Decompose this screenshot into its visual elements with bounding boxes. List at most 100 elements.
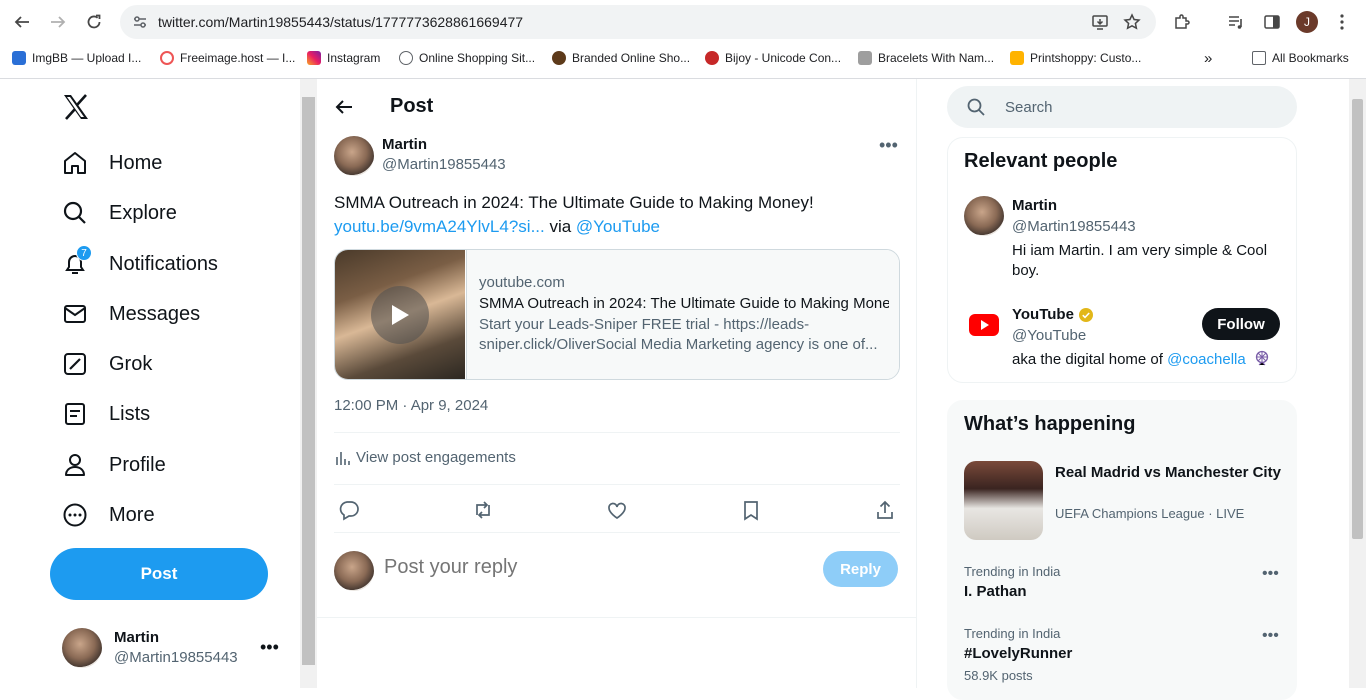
account-handle: @Martin19855443 [114,649,238,666]
post-author-handle[interactable]: @Martin19855443 [382,156,506,173]
left-scrollbar[interactable] [300,79,317,688]
mention-link[interactable]: @YouTube [576,217,660,236]
account-switcher[interactable]: Martin @Martin19855443 ••• [62,627,292,671]
list-icon [62,401,88,427]
address-bar[interactable]: twitter.com/Martin19855443/status/177777… [120,5,1156,39]
page-scrollbar[interactable] [1349,79,1366,688]
post-button[interactable]: Post [50,548,268,600]
bookmark-item[interactable]: Bijoy - Unicode Con... [705,51,841,65]
search-input[interactable] [1005,98,1285,116]
person-name[interactable]: Martin [1012,197,1057,214]
folder-icon [1252,51,1266,65]
reply-input[interactable] [384,556,784,579]
trend-subtitle: UEFA Champions League · LIVE [1055,506,1245,521]
forward-arrow-icon[interactable] [46,10,70,34]
post-link[interactable]: youtu.be/9vmA24YlvL4?si... [334,217,545,236]
more-dots-icon[interactable]: ••• [260,637,279,658]
reply-button[interactable]: Reply [823,551,898,587]
nav-messages[interactable]: Messages [62,299,200,329]
view-engagements-link[interactable]: View post engagements [334,449,516,466]
trend-context: Trending in India [964,626,1061,641]
post-actions [334,499,900,521]
more-dots-icon[interactable]: ••• [1262,565,1279,583]
search-icon [62,200,88,226]
nav-explore[interactable]: Explore [62,198,177,228]
x-logo-icon[interactable] [62,94,90,122]
bell-icon: 7 [62,245,92,277]
bookmark-item[interactable]: Online Shopping Sit... [399,51,535,65]
person-name[interactable]: YouTube [1012,306,1094,323]
bookmark-item[interactable]: Freeimage.host — I... [160,51,295,65]
share-icon[interactable] [874,499,896,521]
avatar [62,628,102,668]
bookmark-star-icon[interactable] [1120,10,1144,34]
install-app-icon[interactable] [1088,10,1112,34]
side-panel-icon[interactable] [1260,10,1284,34]
trend-title[interactable]: Real Madrid vs Manchester City [1055,463,1285,483]
panel-title: Relevant people [964,150,1118,172]
like-heart-icon[interactable] [606,499,628,521]
nav-more[interactable]: More [62,500,155,530]
reload-icon[interactable] [82,10,106,34]
avatar [334,551,374,591]
post-author-name[interactable]: Martin [382,136,427,153]
site-settings-icon[interactable] [132,14,148,30]
trend-context: Trending in India [964,564,1061,579]
person-handle[interactable]: @YouTube [1012,327,1086,344]
more-dots-icon[interactable]: ••• [879,135,898,156]
nav-grok[interactable]: Grok [62,349,152,379]
account-name: Martin [114,629,159,646]
person-icon [62,452,88,478]
trend-name[interactable]: I. Pathan [964,583,1027,600]
youtube-logo-icon[interactable] [964,305,1004,345]
divider [334,484,900,485]
bookmark-item[interactable]: Instagram [307,51,380,65]
more-dots-icon[interactable]: ••• [1262,627,1279,645]
video-thumbnail [335,250,465,379]
profile-avatar[interactable]: J [1296,11,1318,33]
nav-home[interactable]: Home [62,148,162,178]
person-handle[interactable]: @Martin19855443 [1012,218,1136,235]
more-bookmarks-chevron-icon[interactable]: » [1204,50,1212,67]
avatar[interactable] [964,196,1004,236]
freeimage-icon [160,51,174,65]
play-icon [371,286,429,344]
repost-icon[interactable] [472,499,494,521]
bookmark-item[interactable]: Branded Online Sho... [552,51,690,65]
nav-notifications[interactable]: 7 Notifications [62,245,218,279]
extensions-icon[interactable] [1170,10,1194,34]
scrollbar-thumb[interactable] [302,97,315,665]
follow-button[interactable]: Follow [1202,308,1280,340]
mention-link[interactable]: @coachella [1167,351,1246,368]
link-card[interactable]: youtube.com SMMA Outreach in 2024: The U… [334,249,900,380]
trend-image[interactable] [964,461,1043,540]
scrollbar-thumb[interactable] [1352,99,1363,539]
bookmark-item[interactable]: ImgBB — Upload I... [12,51,141,65]
bookmark-item[interactable]: Bracelets With Nam... [858,51,994,65]
back-arrow-icon[interactable] [334,97,354,117]
browser-menu-icon[interactable] [1330,10,1354,34]
trend-name[interactable]: #LovelyRunner [964,645,1072,662]
person-bio: Hi iam Martin. I am very simple & Cool b… [1012,242,1268,279]
notifications-badge: 7 [76,245,92,261]
printshoppy-icon [1010,51,1024,65]
post-timestamp[interactable]: 12:00 PM · Apr 9, 2024 [334,397,488,414]
bookmark-icon[interactable] [740,499,762,521]
nav-profile[interactable]: Profile [62,450,166,480]
media-control-icon[interactable] [1224,10,1248,34]
bookmark-item[interactable]: Printshoppy: Custo... [1010,51,1141,65]
url-text: twitter.com/Martin19855443/status/177777… [158,14,524,30]
person-bio: aka the digital home of @coachella [1012,350,1282,370]
more-circle-icon [62,502,88,528]
back-arrow-icon[interactable] [10,10,34,34]
divider [334,432,900,433]
nav-lists[interactable]: Lists [62,399,150,429]
avatar[interactable] [334,136,374,176]
all-bookmarks[interactable]: All Bookmarks [1252,51,1349,65]
bracelets-icon [858,51,872,65]
search-box[interactable] [947,86,1297,128]
card-title: SMMA Outreach in 2024: The Ultimate Guid… [479,295,889,312]
grok-icon [62,351,88,377]
reply-icon[interactable] [338,499,360,521]
whats-happening-panel: What’s happening Real Madrid vs Manchest… [947,400,1297,700]
